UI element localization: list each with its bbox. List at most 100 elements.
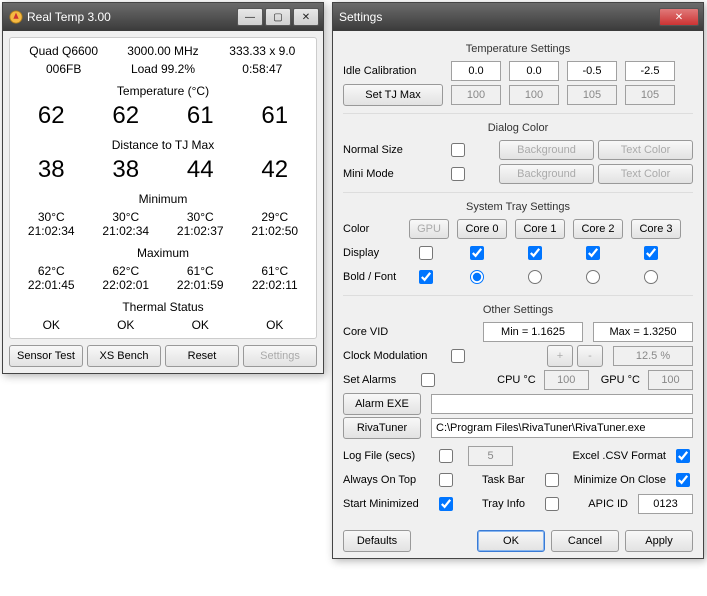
status0: OK	[14, 318, 89, 332]
settings-close-button[interactable]: ✕	[659, 8, 699, 26]
reset-button[interactable]: Reset	[165, 345, 239, 367]
tj-3	[625, 85, 675, 105]
gpu-alarm-input	[648, 370, 693, 390]
max-t1: 22:02:01	[89, 278, 164, 292]
cpu-code: 006FB	[14, 62, 113, 76]
system-tray-group: System Tray Settings Color GPU Core 0 Co…	[343, 197, 693, 296]
max-v0: 62°C	[14, 264, 89, 278]
window-title: Real Temp 3.00	[27, 10, 111, 24]
max-t2: 22:01:59	[163, 278, 238, 292]
tj-1	[509, 85, 559, 105]
minimize-button[interactable]: —	[237, 8, 263, 26]
vid-min	[483, 322, 583, 342]
display-core1-checkbox[interactable]	[528, 246, 542, 260]
tray-bold-label: Bold / Font	[343, 271, 401, 283]
mini-mode-label: Mini Mode	[343, 168, 443, 180]
display-core2-checkbox[interactable]	[586, 246, 600, 260]
max-t3: 22:02:11	[238, 278, 313, 292]
settings-button: Settings	[243, 345, 317, 367]
normal-size-checkbox[interactable]	[451, 143, 465, 157]
log-file-checkbox[interactable]	[439, 449, 453, 463]
max-v1: 62°C	[89, 264, 164, 278]
rivatuner-button[interactable]: RivaTuner	[343, 417, 421, 439]
other-settings-group: Other Settings Core VID Clock Modulation…	[343, 300, 693, 522]
idle-cal-2[interactable]	[567, 61, 617, 81]
temp-core1: 62	[89, 102, 164, 130]
maximize-button[interactable]: ▢	[265, 8, 291, 26]
log-secs-input	[468, 446, 513, 466]
mini-mode-checkbox[interactable]	[451, 167, 465, 181]
idle-cal-0[interactable]	[451, 61, 501, 81]
font-core1-radio[interactable]	[528, 270, 542, 284]
core-vid-label: Core VID	[343, 326, 443, 338]
thermal-status-label: Thermal Status	[14, 300, 312, 314]
normal-text-button: Text Color	[598, 140, 693, 160]
idle-cal-3[interactable]	[625, 61, 675, 81]
gpu-c-label: GPU °C	[601, 374, 640, 386]
clock-pct	[613, 346, 693, 366]
sensor-test-button[interactable]: Sensor Test	[9, 345, 83, 367]
bold-checkbox[interactable]	[419, 270, 433, 284]
uptime: 0:58:47	[213, 62, 312, 76]
clock-mod-checkbox[interactable]	[451, 349, 465, 363]
settings-titlebar[interactable]: Settings ✕	[333, 3, 703, 31]
temperature-settings-group: Temperature Settings Idle Calibration Se…	[343, 39, 693, 114]
dialog-color-group: Dialog Color Normal Size Background Text…	[343, 118, 693, 193]
display-core0-checkbox[interactable]	[470, 246, 484, 260]
temperature-label: Temperature (°C)	[14, 84, 312, 98]
cpu-load: Load 99.2%	[113, 62, 212, 76]
rivatuner-path[interactable]	[431, 418, 693, 438]
csv-checkbox[interactable]	[676, 449, 690, 463]
apply-button[interactable]: Apply	[625, 530, 693, 552]
core2-color-button[interactable]: Core 2	[573, 219, 623, 239]
main-panel: Quad Q6600 3000.00 MHz 333.33 x 9.0 006F…	[9, 37, 317, 339]
apic-id-label: APIC ID	[588, 498, 628, 510]
xs-bench-button[interactable]: XS Bench	[87, 345, 161, 367]
font-core0-radio[interactable]	[470, 270, 484, 284]
close-button[interactable]: ✕	[293, 8, 319, 26]
status2: OK	[163, 318, 238, 332]
min-t3: 21:02:50	[238, 224, 313, 238]
idle-cal-1[interactable]	[509, 61, 559, 81]
minimize-on-close-checkbox[interactable]	[676, 473, 690, 487]
min-v2: 30°C	[163, 210, 238, 224]
taskbar-checkbox[interactable]	[545, 473, 559, 487]
settings-window: Settings ✕ Temperature Settings Idle Cal…	[332, 2, 704, 559]
alarm-exe-path[interactable]	[431, 394, 693, 414]
tray-info-checkbox[interactable]	[545, 497, 559, 511]
temp-settings-title: Temperature Settings	[343, 43, 693, 55]
cpu-c-label: CPU °C	[497, 374, 536, 386]
display-gpu-checkbox[interactable]	[419, 246, 433, 260]
other-title: Other Settings	[343, 304, 693, 316]
core1-color-button[interactable]: Core 1	[515, 219, 565, 239]
set-alarms-checkbox[interactable]	[421, 373, 435, 387]
tj-core3: 42	[238, 156, 313, 184]
font-core3-radio[interactable]	[644, 270, 658, 284]
always-on-top-checkbox[interactable]	[439, 473, 453, 487]
app-icon	[9, 10, 23, 24]
alarm-exe-button[interactable]: Alarm EXE	[343, 393, 421, 415]
apic-id-value	[638, 494, 693, 514]
minimize-on-close-label: Minimize On Close	[574, 474, 666, 486]
gpu-color-button: GPU	[409, 219, 449, 239]
display-core3-checkbox[interactable]	[644, 246, 658, 260]
start-minimized-checkbox[interactable]	[439, 497, 453, 511]
font-core2-radio[interactable]	[586, 270, 600, 284]
cpu-name: Quad Q6600	[14, 44, 113, 58]
core3-color-button[interactable]: Core 3	[631, 219, 681, 239]
titlebar[interactable]: Real Temp 3.00 — ▢ ✕	[3, 3, 323, 31]
settings-title: Settings	[339, 10, 382, 24]
mini-bg-button: Background	[499, 164, 594, 184]
set-tj-max-button[interactable]: Set TJ Max	[343, 84, 443, 106]
core0-color-button[interactable]: Core 0	[457, 219, 507, 239]
max-v3: 61°C	[238, 264, 313, 278]
mini-text-button: Text Color	[598, 164, 693, 184]
ok-button[interactable]: OK	[477, 530, 545, 552]
min-t2: 21:02:37	[163, 224, 238, 238]
cancel-button[interactable]: Cancel	[551, 530, 619, 552]
vid-max	[593, 322, 693, 342]
dialog-color-title: Dialog Color	[343, 122, 693, 134]
max-t0: 22:01:45	[14, 278, 89, 292]
defaults-button[interactable]: Defaults	[343, 530, 411, 552]
clock-minus-button: -	[577, 345, 603, 367]
